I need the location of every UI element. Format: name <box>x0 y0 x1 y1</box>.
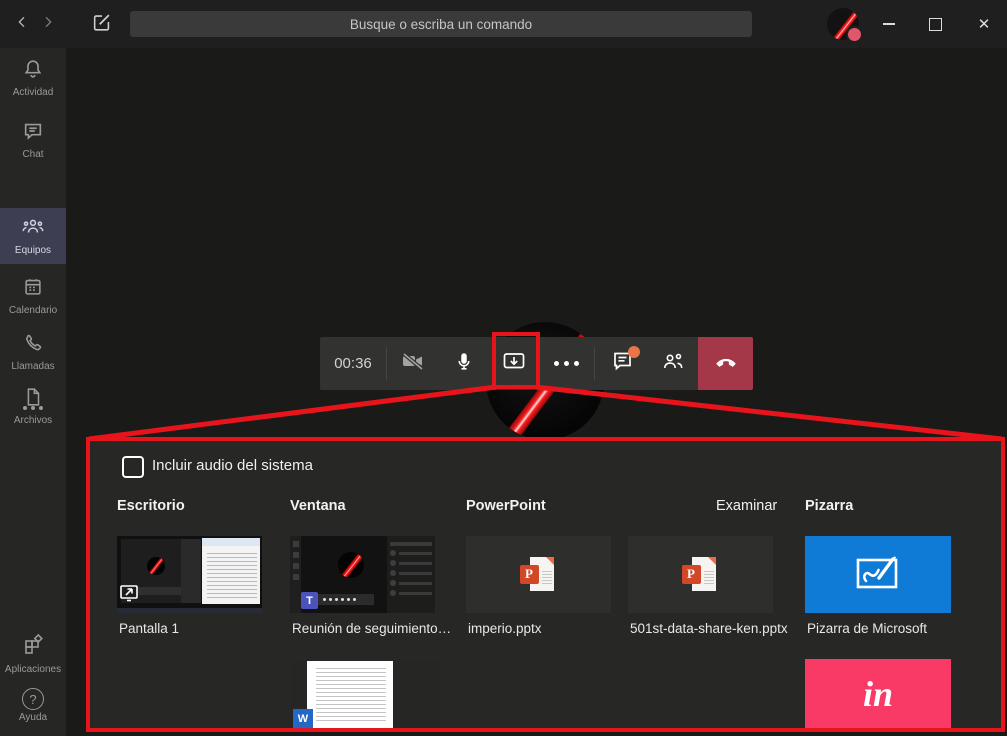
share-screen-button[interactable] <box>489 337 539 390</box>
tile-invision-freehand[interactable]: in <box>805 659 951 728</box>
title-bar: Busque o escriba un comando ✕ <box>0 0 1007 48</box>
app-rail: Actividad Chat Equipos <box>0 48 66 736</box>
section-title-escritorio: Escritorio <box>117 498 185 514</box>
system-audio-label: Incluir audio del sistema <box>152 457 313 474</box>
forward-button[interactable] <box>36 13 60 35</box>
apps-grid-icon <box>21 633 45 662</box>
chat-notification-badge <box>628 346 640 358</box>
section-title-powerpoint: PowerPoint <box>466 498 546 514</box>
hang-up-button[interactable] <box>698 337 753 390</box>
tile-microsoft-whiteboard[interactable] <box>805 536 951 613</box>
share-screen-icon <box>501 349 527 378</box>
participants-icon <box>660 349 686 378</box>
teams-people-icon <box>21 216 45 243</box>
ellipsis-icon <box>23 406 27 410</box>
microphone-icon <box>453 349 475 378</box>
browse-link[interactable]: Examinar <box>716 498 777 514</box>
document-thumbnail <box>307 661 393 728</box>
sidebar-item-actividad[interactable]: Actividad <box>0 58 66 98</box>
invision-logo: in <box>863 676 893 712</box>
hang-up-icon <box>712 350 740 377</box>
search-input[interactable]: Busque o escriba un comando <box>130 11 752 37</box>
tile-window-word-document[interactable]: W <box>291 661 441 728</box>
tile-label: Pantalla 1 <box>119 621 279 636</box>
sidebar-item-ayuda[interactable]: ? Ayuda <box>0 688 66 723</box>
section-title-ventana: Ventana <box>290 498 346 514</box>
sidebar-item-label: Archivos <box>14 415 52 426</box>
camera-off-icon <box>400 349 426 378</box>
more-options-button[interactable] <box>539 337 594 390</box>
tile-screen-1[interactable] <box>117 536 262 613</box>
presence-busy-badge <box>846 26 863 43</box>
sidebar-item-label: Ayuda <box>19 712 47 723</box>
more-apps-button[interactable] <box>0 406 66 410</box>
section-title-pizarra: Pizarra <box>805 498 853 514</box>
minimize-button[interactable] <box>866 0 912 48</box>
sidebar-item-llamadas[interactable]: Llamadas <box>0 332 66 372</box>
tile-label: imperio.pptx <box>468 621 628 636</box>
teams-logo: T <box>301 592 318 609</box>
participants-button[interactable] <box>648 337 698 390</box>
sidebar-item-equipos[interactable]: Equipos <box>0 208 66 264</box>
whiteboard-icon <box>852 552 904 597</box>
phone-icon <box>22 332 44 359</box>
word-icon: W <box>293 709 313 728</box>
tile-label: 501st-data-share-ken.pptx <box>630 621 810 636</box>
close-icon: ✕ <box>978 15 991 33</box>
call-timer: 00:36 <box>320 337 386 390</box>
compose-icon <box>91 11 113 38</box>
close-button[interactable]: ✕ <box>961 0 1007 48</box>
microphone-button[interactable] <box>438 337 489 390</box>
sidebar-item-label: Llamadas <box>11 361 54 372</box>
sidebar-item-label: Aplicaciones <box>5 664 61 675</box>
screen-share-overlay-icon <box>119 582 143 608</box>
chat-bubble-icon <box>22 120 44 147</box>
screen-thumbnail <box>117 536 262 613</box>
tile-label: Reunión de seguimiento ... <box>292 621 452 636</box>
sidebar-item-calendario[interactable]: Calendario <box>0 276 66 316</box>
meeting-chat-button[interactable] <box>595 337 648 390</box>
maximize-icon <box>929 18 942 31</box>
camera-off-button[interactable] <box>387 337 438 390</box>
help-icon: ? <box>22 688 44 710</box>
bell-icon <box>22 58 44 85</box>
powerpoint-file-icon: P <box>680 555 722 595</box>
chevron-right-icon <box>40 14 56 35</box>
call-control-bar: 00:36 <box>320 337 753 390</box>
sidebar-item-aplicaciones[interactable]: Aplicaciones <box>0 633 66 675</box>
system-audio-checkbox[interactable] <box>122 456 144 478</box>
sidebar-item-chat[interactable]: Chat <box>0 120 66 160</box>
back-button[interactable] <box>10 13 34 35</box>
sidebar-item-label: Calendario <box>9 305 57 316</box>
tile-label: Pizarra de Microsoft <box>807 621 967 636</box>
teams-window: Busque o escriba un comando ✕ Actividad <box>0 0 1007 736</box>
chevron-left-icon <box>14 14 30 35</box>
sidebar-item-label: Chat <box>22 149 43 160</box>
tile-powerpoint-imperio[interactable]: P <box>466 536 611 613</box>
maximize-button[interactable] <box>912 0 958 48</box>
sidebar-item-label: Actividad <box>13 87 54 98</box>
calendar-icon <box>22 276 44 303</box>
tile-powerpoint-501st[interactable]: P <box>628 536 773 613</box>
powerpoint-file-icon: P <box>518 555 560 595</box>
ellipsis-icon <box>554 361 579 366</box>
tile-window-meeting[interactable]: T <box>290 536 435 613</box>
window-thumbnail: T <box>290 536 435 613</box>
sidebar-item-label: Equipos <box>15 245 51 256</box>
minimize-icon <box>883 23 895 25</box>
new-chat-button[interactable] <box>88 13 116 35</box>
share-tray-panel: Incluir audio del sistema Escritorio Ven… <box>86 437 1005 732</box>
